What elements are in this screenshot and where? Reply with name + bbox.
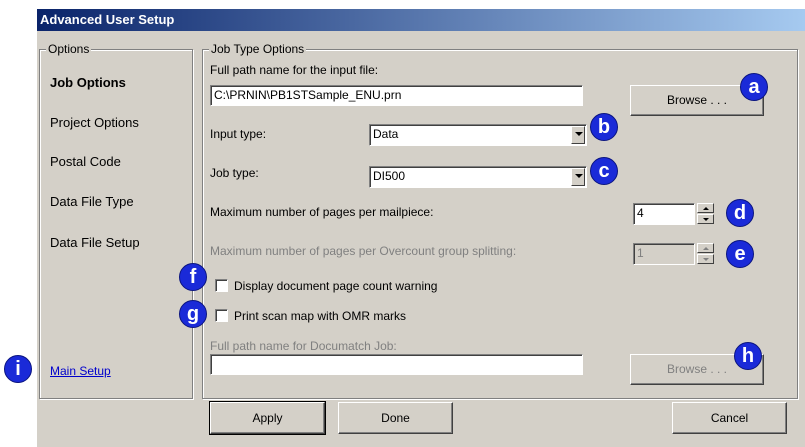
cancel-button[interactable]: Cancel — [672, 402, 787, 434]
apply-label: Apply — [252, 411, 283, 425]
callout-marker-g: g — [179, 300, 207, 328]
job-type-options-label: Job Type Options — [209, 42, 307, 56]
input-file-field[interactable]: C:\PRNIN\PB1STSample_ENU.prn — [210, 85, 583, 106]
apply-button[interactable]: Apply — [209, 401, 326, 435]
callout-marker-f: f — [179, 263, 207, 291]
input-file-label: Full path name for the input file: — [210, 63, 379, 77]
display-warning-label[interactable]: Display document page count warning — [234, 279, 437, 293]
nav-item-data-file-setup[interactable]: Data File Setup — [50, 235, 140, 250]
spin-down-icon — [697, 254, 714, 264]
job-type-label: Job type: — [210, 166, 259, 180]
callout-marker-b: b — [590, 113, 618, 141]
main-setup-link[interactable]: Main Setup — [50, 364, 111, 378]
window-title: Advanced User Setup — [37, 9, 805, 31]
options-group-label: Options — [46, 42, 92, 56]
max-pages-stepper[interactable] — [697, 203, 714, 225]
overcount-label: Maximum number of pages per Overcount gr… — [210, 244, 517, 258]
nav-item-job-options[interactable]: Job Options — [50, 75, 126, 90]
max-pages-input[interactable]: 4 — [633, 203, 695, 225]
callout-marker-a: a — [740, 73, 768, 101]
spin-down-icon[interactable] — [697, 214, 714, 224]
overcount-input: 1 — [633, 243, 695, 265]
display-warning-checkbox[interactable] — [215, 279, 228, 292]
done-button[interactable]: Done — [338, 402, 453, 434]
nav-item-postal-code[interactable]: Postal Code — [50, 154, 121, 169]
nav-item-data-file-type[interactable]: Data File Type — [50, 194, 134, 209]
callout-marker-d: d — [726, 199, 754, 227]
browse-input-label: Browse . . . — [666, 93, 728, 107]
overcount-stepper — [697, 243, 714, 265]
options-group: Options — [39, 42, 193, 399]
input-type-dropdown-icon[interactable] — [571, 126, 585, 144]
nav-item-project-options[interactable]: Project Options — [50, 115, 139, 130]
input-type-select[interactable]: Data — [369, 124, 587, 146]
documatch-label: Full path name for Documatch Job: — [210, 339, 397, 353]
callout-marker-e: e — [726, 240, 754, 268]
print-scan-checkbox[interactable] — [215, 309, 228, 322]
cancel-label: Cancel — [710, 411, 749, 425]
callout-marker-i: i — [4, 355, 32, 383]
browse-documatch-label: Browse . . . — [666, 362, 728, 376]
input-type-value: Data — [373, 127, 399, 141]
callout-marker-h: h — [734, 342, 762, 370]
max-pages-label: Maximum number of pages per mailpiece: — [210, 205, 434, 219]
advanced-user-setup-dialog: Advanced User Setup Options Job Options … — [36, 8, 805, 447]
documatch-field — [210, 354, 583, 375]
callout-marker-c: c — [590, 157, 618, 185]
input-type-label: Input type: — [210, 127, 267, 141]
job-type-select[interactable]: DI500 — [369, 166, 587, 188]
spin-up-icon[interactable] — [697, 203, 714, 213]
job-type-dropdown-icon[interactable] — [571, 168, 585, 186]
spin-up-icon — [697, 243, 714, 253]
job-type-value: DI500 — [373, 169, 406, 183]
print-scan-label[interactable]: Print scan map with OMR marks — [234, 309, 406, 323]
done-label: Done — [381, 411, 410, 425]
